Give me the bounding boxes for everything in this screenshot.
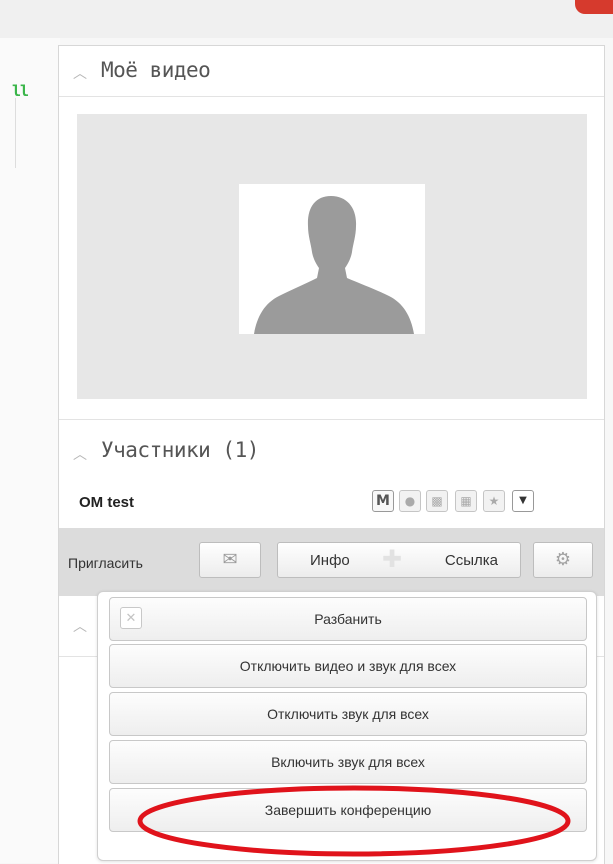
invite-label: Пригласить (68, 555, 143, 571)
email-invite-button[interactable]: ✉ (199, 542, 261, 578)
invite-bar: Пригласить ✉ Инфо ✚ Ссылка ⚙ (59, 528, 604, 596)
my-video-preview (77, 114, 587, 399)
envelope-icon: ✉ (222, 549, 238, 569)
chevron-up-icon[interactable]: ︿ (73, 444, 87, 464)
settings-button[interactable]: ⚙ (533, 542, 593, 578)
microphone-icon[interactable]: ● (399, 490, 421, 512)
left-divider (10, 98, 16, 168)
avatar-placeholder (239, 184, 425, 334)
status-bars-icon: ll (12, 82, 29, 100)
moderator-menu: ✕ Разбанить Отключить видео и звук для в… (97, 591, 597, 861)
unban-button[interactable]: ✕ Разбанить (109, 597, 587, 641)
star-icon[interactable]: ★ (483, 490, 505, 512)
participant-name: OM test (79, 494, 135, 511)
dropdown-icon[interactable]: ▼ (512, 490, 534, 512)
link-label[interactable]: Ссылка (445, 552, 498, 569)
gear-icon: ⚙ (554, 549, 572, 569)
camera-icon[interactable]: ▦ (455, 490, 477, 512)
my-video-title: Моё видео (101, 58, 211, 82)
puzzle-icon: ✚ (382, 546, 403, 573)
disable-video-audio-all-button[interactable]: Отключить видео и звук для всех (109, 644, 587, 688)
participant-row[interactable]: OM test M ● ▩ ▦ ★ ▼ (59, 478, 604, 529)
unmute-all-button[interactable]: Включить звук для всех (109, 740, 587, 784)
person-silhouette-icon (254, 196, 414, 334)
chevron-up-icon[interactable]: ︿ (73, 63, 87, 83)
chevron-up-icon[interactable]: ︿ (73, 616, 87, 636)
left-strip (0, 38, 60, 863)
close-icon[interactable]: ✕ (120, 607, 142, 629)
participants-title: Участники (1) (101, 438, 259, 462)
close-indicator[interactable] (575, 0, 613, 14)
info-link-button[interactable]: Инфо ✚ Ссылка (277, 542, 521, 578)
top-bar (0, 0, 613, 38)
my-video-header[interactable]: ︿ Моё видео (59, 46, 604, 97)
moderator-icon[interactable]: M (372, 490, 394, 512)
signal-icon: ▩ (426, 490, 448, 512)
mute-all-button[interactable]: Отключить звук для всех (109, 692, 587, 736)
end-conference-button[interactable]: Завершить конференцию (109, 788, 587, 832)
info-label[interactable]: Инфо (310, 552, 350, 569)
participants-header[interactable]: ︿ Участники (1) (59, 419, 604, 479)
unban-label: Разбанить (314, 611, 382, 627)
